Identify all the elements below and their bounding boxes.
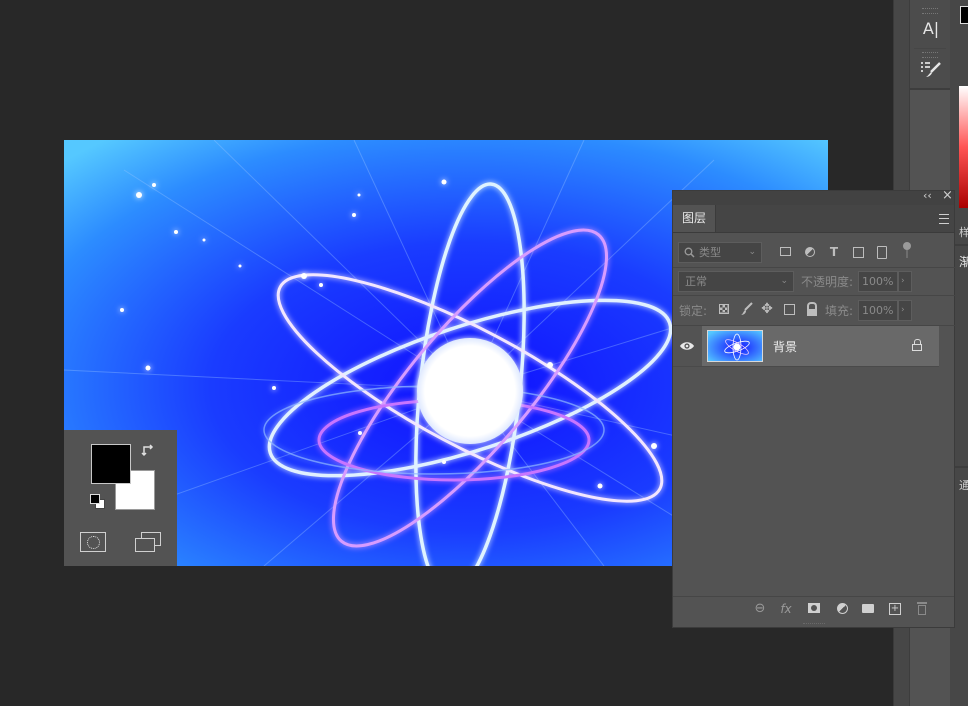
layer-name[interactable]: 背景 — [773, 338, 797, 355]
chevron-down-icon: ⌄ — [780, 276, 788, 286]
filter-toggle-icon[interactable] — [901, 241, 913, 258]
lock-transparent-pixels-icon[interactable] — [716, 301, 732, 317]
lock-all-icon[interactable] — [804, 301, 820, 316]
layer-row[interactable]: 背景 — [702, 326, 939, 366]
panel-menu-icon[interactable] — [939, 214, 949, 224]
collapse-panel-icon[interactable]: ‹‹ — [923, 189, 932, 202]
adjustment-filter-icon[interactable] — [802, 244, 818, 260]
quick-mask-icon[interactable] — [80, 532, 106, 552]
screen-mode-icon[interactable] — [133, 530, 163, 554]
layer-thumbnail-image — [708, 331, 762, 361]
layer-thumbnail[interactable] — [707, 330, 763, 362]
color-gradient-strip[interactable] — [959, 86, 968, 208]
filter-label: 类型 — [699, 246, 721, 259]
panel-resize-grip[interactable] — [803, 623, 825, 627]
far-right-label-3: 通 — [959, 479, 968, 492]
layer-filter-select[interactable]: 类型 ⌄ — [678, 242, 762, 263]
new-layer-icon[interactable]: + — [886, 601, 904, 617]
type-filter-icon[interactable]: T — [826, 244, 842, 260]
layer-visibility-toggle[interactable] — [677, 336, 697, 356]
shape-filter-icon[interactable] — [850, 244, 866, 261]
blend-mode-select[interactable]: 正常 ⌄ — [678, 271, 794, 292]
fill-input[interactable]: 100% — [858, 300, 898, 321]
tab-layers[interactable]: 图层 — [673, 205, 716, 232]
group-folder-icon[interactable] — [859, 601, 877, 616]
lock-position-icon[interactable]: ✥ — [759, 301, 775, 317]
far-right-label-2: 渐 — [959, 255, 968, 269]
image-filter-icon[interactable] — [777, 244, 793, 259]
panel-header-bar[interactable]: ‹‹ × — [673, 188, 954, 205]
opacity-value: 100% — [862, 275, 894, 288]
fx-icon[interactable]: fx — [777, 601, 795, 617]
lock-label: 锁定: — [679, 304, 708, 318]
delete-layer-icon[interactable] — [913, 601, 931, 615]
blend-mode-value: 正常 — [685, 275, 707, 288]
link-layers-icon[interactable]: ⊖ — [751, 601, 769, 617]
fill-label: 填充: — [825, 304, 854, 318]
opacity-label: 不透明度: — [801, 275, 854, 289]
lock-artboard-icon[interactable] — [781, 301, 797, 318]
lock-icon[interactable] — [911, 339, 923, 353]
type-tool-icon[interactable]: A| — [920, 19, 942, 39]
opacity-dropdown[interactable]: › — [898, 271, 912, 292]
lock-image-pixels-icon[interactable] — [740, 302, 754, 316]
eye-icon — [680, 342, 694, 350]
close-panel-icon[interactable]: × — [942, 188, 953, 203]
add-mask-icon[interactable] — [805, 601, 823, 615]
search-icon — [684, 247, 695, 258]
adjustment-layer-icon[interactable] — [833, 601, 851, 616]
brush-preset-icon[interactable] — [920, 60, 942, 80]
chevron-down-icon: ⌄ — [748, 247, 756, 257]
layers-panel: ‹‹ × 图层 类型 ⌄ T 正常 ⌄ 不透明度: 100% › 锁定: ✥ 填… — [672, 188, 956, 628]
far-right-label-1: 样 — [959, 226, 968, 239]
foreground-color-swatch[interactable] — [91, 444, 131, 484]
fill-dropdown[interactable]: › — [898, 300, 912, 321]
default-colors-icon[interactable] — [90, 494, 105, 509]
smart-object-filter-icon[interactable] — [874, 244, 890, 261]
layers-footer: ⊖ fx + — [673, 597, 954, 621]
opacity-input[interactable]: 100% — [858, 271, 898, 292]
color-tools-panel — [64, 430, 177, 566]
swap-colors-icon[interactable] — [140, 442, 158, 460]
fill-value: 100% — [862, 304, 894, 317]
